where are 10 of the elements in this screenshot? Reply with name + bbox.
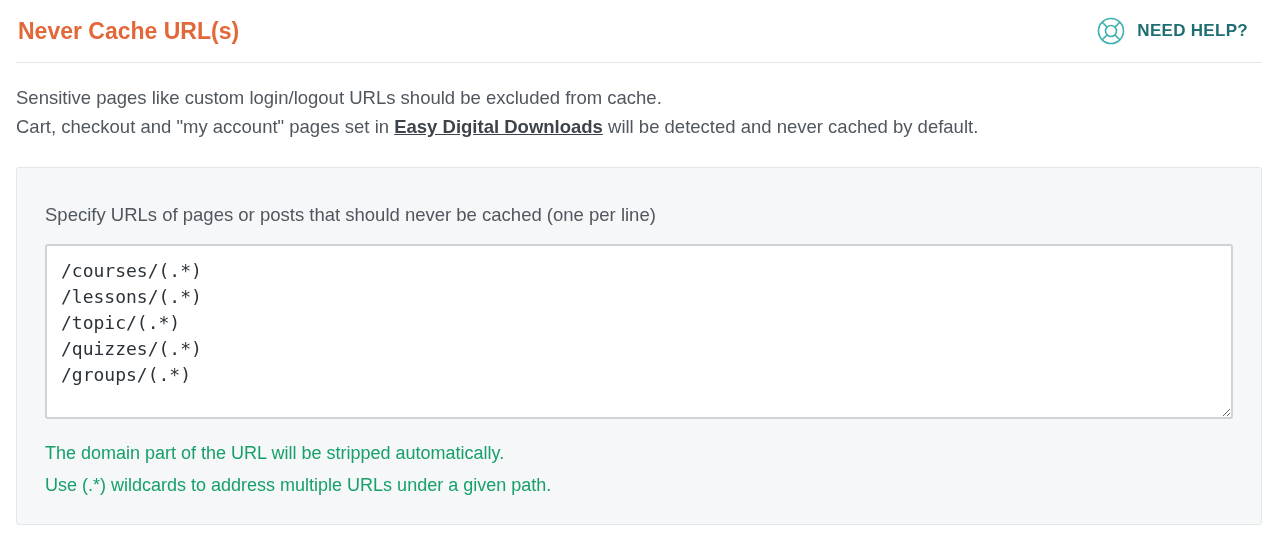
easy-digital-downloads-link[interactable]: Easy Digital Downloads xyxy=(394,116,603,137)
description-text: Sensitive pages like custom login/logout URLs should be excluded from cache. xyxy=(16,86,663,110)
url-list-field[interactable]: /courses/(.*) /lessons/(.*) /topic/(.*) /quizzes/(.*) /groups/(.*) xyxy=(45,244,1233,419)
need-help-link[interactable]: NEED HELP? xyxy=(1097,17,1248,45)
description-text: Cart, checkout and "my account" pages set in Easy Digital Downloads will be detected and never cached by default. xyxy=(16,115,980,139)
hint-text: The domain part of the URL will be stripped automatically. xyxy=(45,442,506,465)
hint-text: Use (.*) wildcards to address multiple URLs under a given path. xyxy=(45,474,553,497)
section-title: Never Cache URL(s) xyxy=(17,17,240,45)
lifebuoy-icon xyxy=(1097,17,1126,45)
field-label: Specify URLs of pages or posts that should never be cached (one per line) xyxy=(45,204,657,226)
